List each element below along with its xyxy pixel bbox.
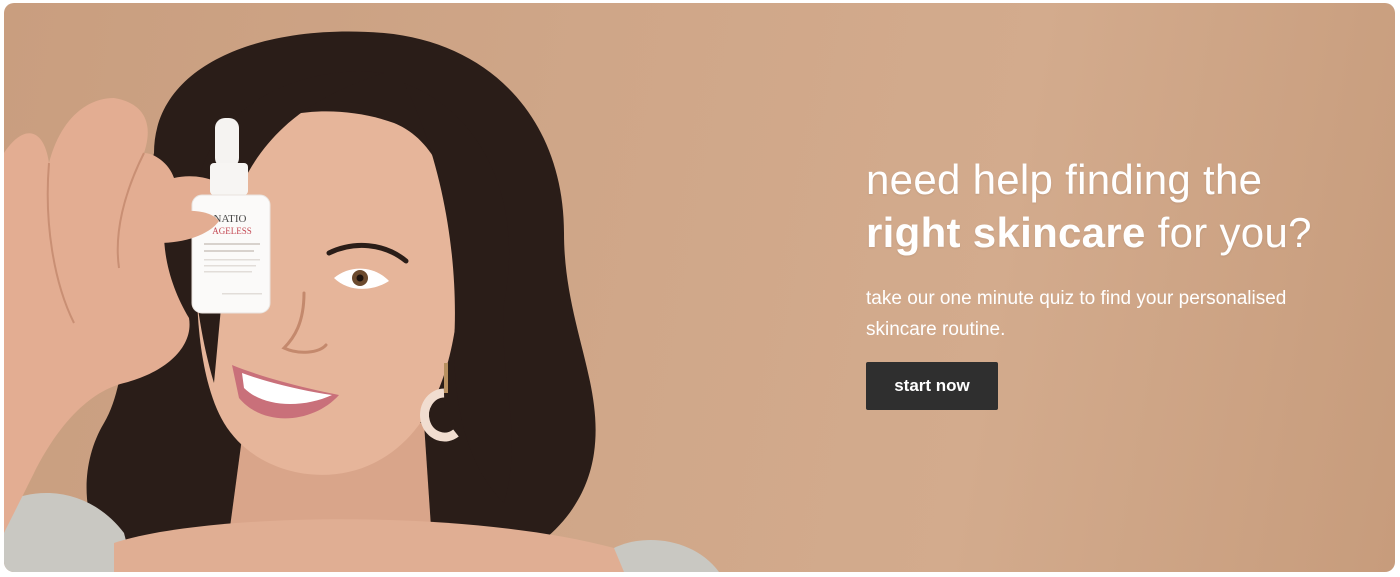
headline-line-1: need help finding the bbox=[866, 156, 1263, 203]
bottle-line: AGELESS bbox=[212, 226, 252, 236]
hero-copy: need help finding the right skincare for… bbox=[866, 153, 1366, 410]
start-now-button[interactable]: start now bbox=[866, 362, 998, 410]
hero-subtext: take our one minute quiz to find your pe… bbox=[866, 288, 1287, 340]
headline-emphasis: right skincare bbox=[866, 209, 1146, 256]
hero-photo-woman-with-serum: NATIO AGELESS bbox=[4, 31, 719, 572]
hero-banner: NATIO AGELESS need help finding the righ… bbox=[4, 3, 1395, 572]
headline-line-2-rest: for you? bbox=[1145, 209, 1312, 256]
hero-headline: need help finding the right skincare for… bbox=[866, 153, 1366, 259]
bottle-brand: NATIO bbox=[214, 213, 247, 225]
